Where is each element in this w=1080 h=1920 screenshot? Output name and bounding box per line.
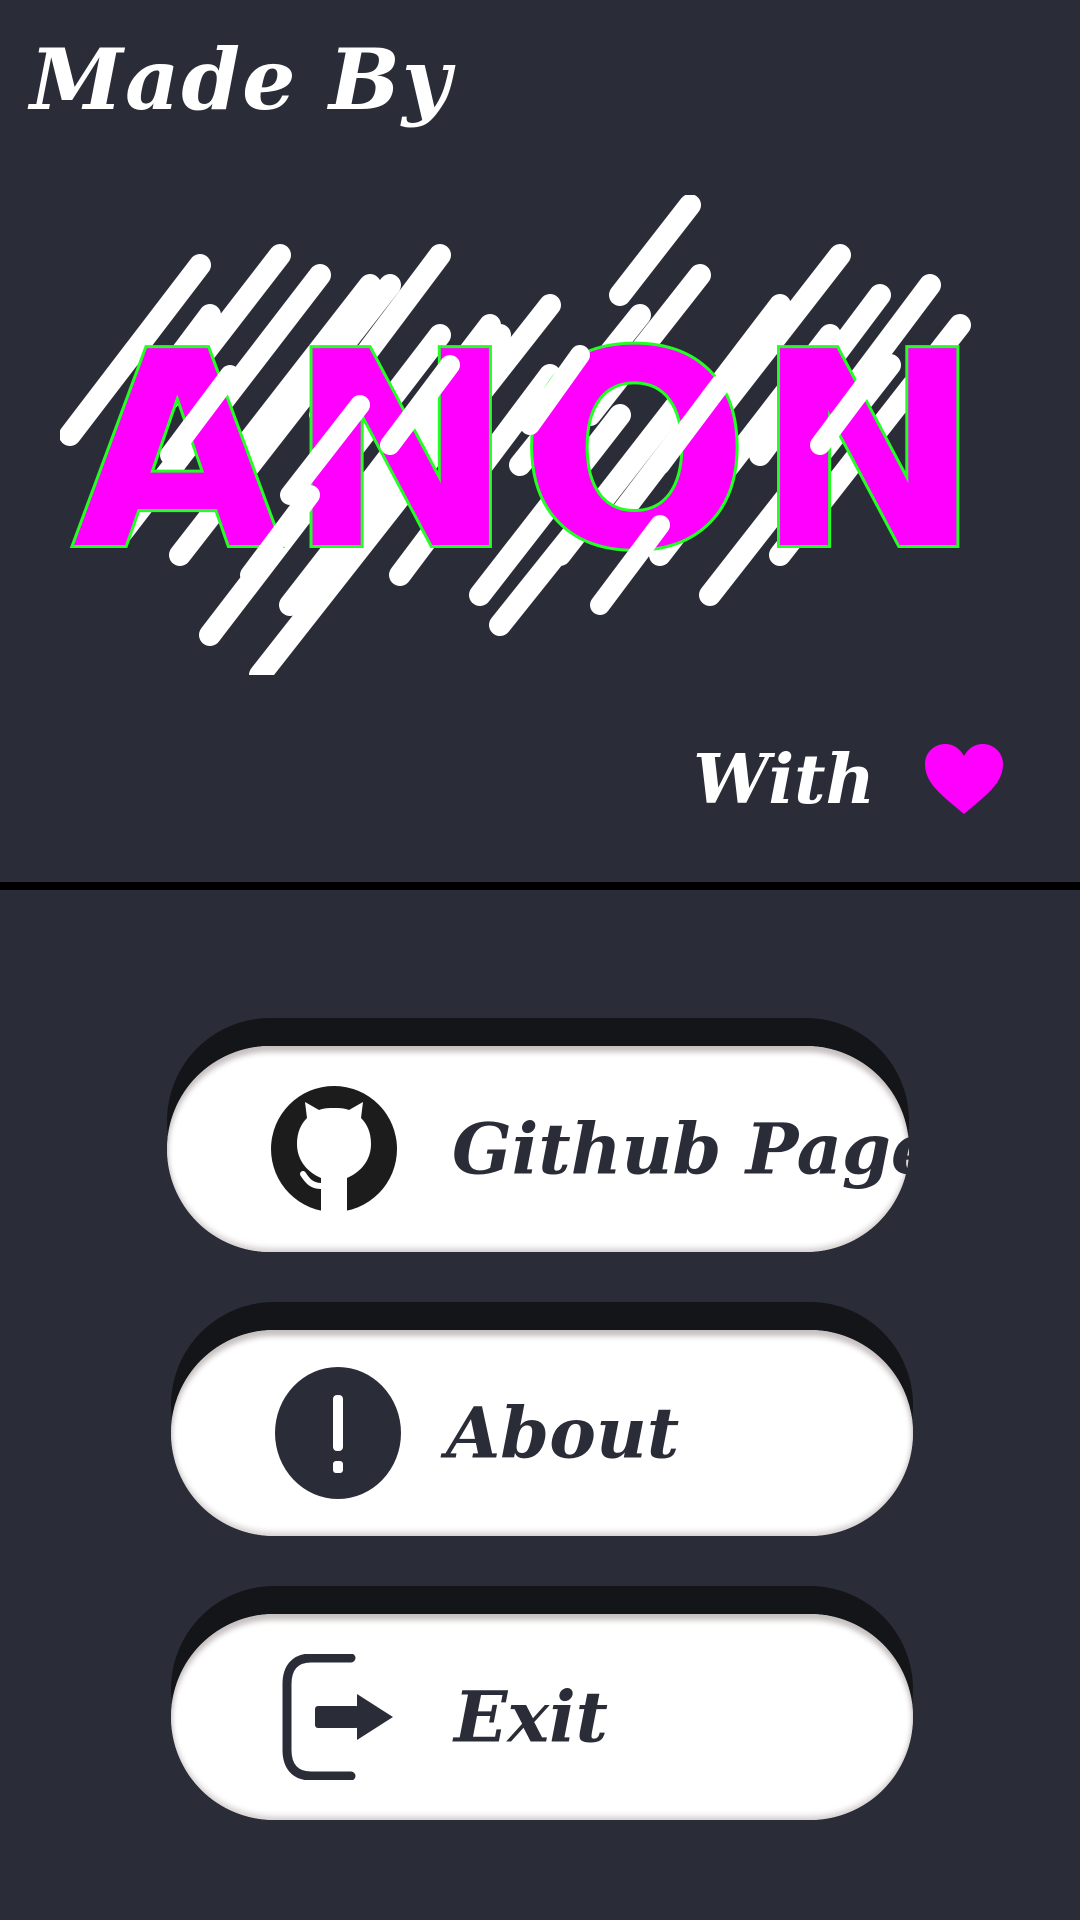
about-button[interactable]: About	[171, 1330, 913, 1536]
anon-logo-graphic: ANON	[60, 195, 987, 675]
exit-button[interactable]: Exit	[171, 1614, 913, 1820]
exit-label: Exit	[454, 1675, 609, 1759]
divider	[0, 882, 1080, 890]
github-icon	[271, 1086, 397, 1212]
anon-logo: ANON	[60, 195, 1020, 675]
with-love-row: With	[693, 740, 1005, 820]
info-icon	[275, 1367, 401, 1499]
about-label: About	[446, 1391, 680, 1475]
exit-icon	[275, 1654, 401, 1780]
made-by-text: Made By	[30, 30, 453, 129]
github-page-label: Github Page	[452, 1107, 936, 1191]
with-text: With	[693, 740, 875, 820]
github-page-button[interactable]: Github Page	[167, 1046, 935, 1252]
logo-text: ANON	[73, 294, 987, 609]
heart-icon	[925, 744, 1003, 814]
